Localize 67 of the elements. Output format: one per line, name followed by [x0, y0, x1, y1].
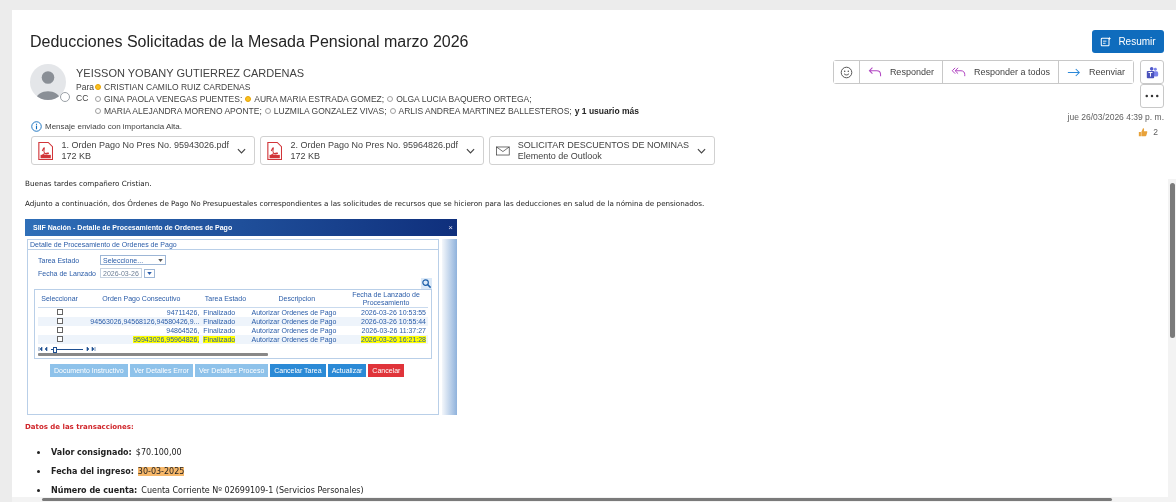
sender-name: YEISSON YOBANY GUTIERREZ CARDENAS	[76, 67, 306, 81]
pdf-file-icon	[267, 140, 283, 161]
field-value: $70.100,00	[135, 448, 182, 457]
recipient-name[interactable]: LUZMILA GONZALEZ VIVAS;	[273, 106, 387, 116]
close-button[interactable]: ×	[448, 223, 453, 232]
field-value: 30-03-2025	[137, 467, 185, 476]
forward-arrow-icon	[1066, 66, 1081, 78]
next-last-page-icon[interactable]	[86, 346, 96, 352]
sent-date: jue 26/03/2026 4:39 p. m.	[1067, 112, 1164, 122]
recipient-name[interactable]: GINA PAOLA VENEGAS PUENTES;	[104, 94, 243, 104]
reaction-count[interactable]: 2	[1153, 127, 1158, 137]
thumbs-up-icon	[1138, 127, 1149, 137]
forward-button[interactable]: Reenviar	[1057, 61, 1133, 83]
recipient-name[interactable]: ARLIS ANDREA MARTINEZ BALLESTEROS;	[398, 106, 572, 116]
more-button[interactable]	[1140, 84, 1164, 108]
recipient-name[interactable]: OLGA LUCIA BAQUERO ORTEGA;	[396, 94, 532, 104]
attachment-name: 1. Orden Pago No Pres No. 95943026.pdf	[61, 139, 229, 151]
recipient-name[interactable]: AURA MARIA ESTRADA GOMEZ;	[254, 94, 385, 104]
recipient-name[interactable]: MARIA ALEJANDRA MORENO APONTE;	[104, 106, 262, 116]
checkbox[interactable]	[56, 326, 63, 333]
to-label: Para	[76, 82, 95, 92]
dropdown-arrow-icon	[146, 271, 152, 275]
checkbox[interactable]	[56, 335, 63, 342]
first-last-page-icon[interactable]	[38, 346, 48, 352]
bullet-icon	[37, 451, 40, 454]
recipient-name[interactable]: CRISTIAN CAMILO RUIZ CARDENAS	[104, 82, 251, 92]
attachment-card[interactable]: 2. Orden Pago No Pres No. 95964826.pdf 172 KB	[260, 136, 484, 165]
cc-label: CC	[76, 93, 90, 103]
avatar	[30, 64, 66, 100]
pdf-file-icon	[38, 140, 54, 161]
attachment-name: 2. Orden Pago No Pres No. 95964826.pdf	[290, 139, 458, 151]
more-recipients-link[interactable]: y 1 usuario más	[574, 106, 639, 116]
field-label: Fecha del ingreso:	[51, 467, 134, 476]
attachment-card[interactable]: SOLICITAR DESCUENTOS DE NOMINAS Elemento de Outlook	[489, 136, 715, 165]
chevron-down-icon[interactable]	[237, 147, 246, 154]
bullet-icon	[37, 470, 40, 473]
teams-icon	[1145, 65, 1159, 79]
horizontal-scrollbar[interactable]	[38, 353, 268, 356]
summarize-button[interactable]: Resumir	[1092, 30, 1164, 53]
more-icon	[1145, 94, 1159, 98]
reply-all-icon	[950, 66, 966, 78]
checkbox[interactable]	[56, 317, 63, 324]
bullet-icon	[37, 489, 40, 492]
presence-icon	[60, 92, 70, 102]
field-label: Número de cuenta:	[51, 486, 138, 495]
search-icon[interactable]	[421, 278, 432, 289]
field-value: Cuenta Corriente Nº 02699109-1 (Servicios Personales)	[141, 486, 364, 495]
checkbox[interactable]	[56, 308, 63, 315]
chevron-down-icon[interactable]	[466, 147, 475, 154]
importance-note: Mensaje enviado con importancia Alta.	[45, 121, 182, 131]
reply-icon	[867, 66, 882, 78]
attachment-size: 172 KB	[290, 150, 321, 162]
summary-icon	[1100, 35, 1113, 48]
attachment-size: 172 KB	[61, 150, 92, 162]
info-icon	[31, 120, 42, 132]
attachment-size: Elemento de Outlook	[517, 150, 603, 162]
date-picker-button[interactable]	[143, 268, 155, 278]
email-subject: Deducciones Solicitadas de la Mesada Pensional marzo 2026	[30, 32, 470, 51]
field-label: Valor consignado:	[51, 448, 132, 457]
dropdown-arrow-icon	[158, 258, 163, 262]
chevron-down-icon[interactable]	[697, 147, 706, 154]
vertical-scrollbar[interactable]	[1168, 179, 1176, 497]
attachment-name: SOLICITAR DESCUENTOS DE NOMINAS	[517, 139, 689, 151]
teams-button[interactable]	[1140, 60, 1164, 84]
smiley-icon	[839, 65, 853, 79]
horizontal-scrollbar[interactable]	[12, 497, 1176, 502]
attachment-card[interactable]: 1. Orden Pago No Pres No. 95943026.pdf 172 KB	[31, 136, 255, 165]
